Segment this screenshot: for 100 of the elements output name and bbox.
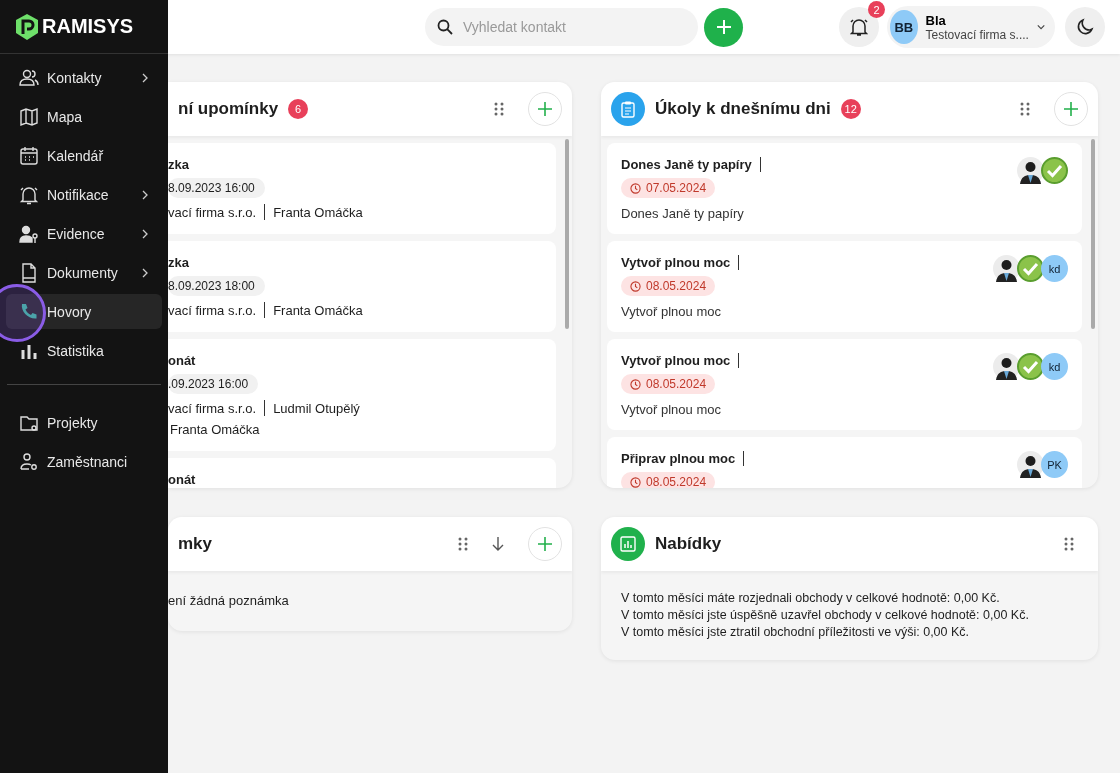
drag-handle-icon[interactable]	[458, 537, 468, 551]
sidebar-item[interactable]: Notifikace	[6, 177, 162, 212]
check-avatar-icon	[1017, 255, 1044, 282]
task-card[interactable]: Připrav plnou moc 08.05.2024 PK	[607, 437, 1082, 488]
reminder-title: zka	[168, 255, 189, 270]
sidebar-item[interactable]: Dokumenty	[6, 255, 162, 290]
sort-arrow-icon[interactable]	[492, 537, 504, 551]
document-icon	[19, 262, 39, 283]
plus-icon	[538, 537, 552, 551]
task-title: Vytvoř plnou moc	[621, 255, 740, 270]
clock-icon	[630, 280, 641, 292]
moon-icon	[1076, 18, 1094, 36]
map-icon	[19, 106, 39, 127]
reminder-card[interactable]: zka 8.09.2023 16:00 vací firma s.r.o. Franta Omáčka	[168, 143, 556, 234]
task-description: Vytvoř plnou moc	[621, 402, 721, 417]
logo-text: RAMISYS	[42, 15, 134, 38]
due-date: 08.05.2024	[621, 472, 716, 488]
person-key-icon	[19, 223, 39, 244]
reminder-title: onát	[168, 353, 196, 368]
chevron-down-icon	[1036, 24, 1045, 30]
panel-title: mky	[178, 534, 213, 554]
user-company: Testovací firma s....	[925, 27, 1029, 42]
sidebar-item[interactable]: Projekty	[6, 405, 162, 440]
task-title: Vytvoř plnou moc	[621, 353, 740, 368]
contact-name: Franta Omáčka	[273, 204, 363, 220]
reminder-datetime: 8.09.2023 18:00	[168, 276, 265, 296]
empty-message: ení žádná poznámka	[168, 593, 289, 608]
panel-title: Úkoly k dnešnímu dni	[655, 99, 831, 119]
user-avatar: kd	[1041, 255, 1068, 282]
due-date: 08.05.2024	[621, 276, 716, 296]
contact-name: Franta Omáčka	[273, 302, 363, 318]
drag-handle-icon[interactable]	[1020, 102, 1030, 116]
user-avatar: PK	[1041, 451, 1068, 478]
contact-name: Ludmil Otupělý	[273, 400, 360, 416]
offers-summary-line: V tomto měsíci jste úspěšně uzavřel obchody v celkové hodnotě: 0,00 Kč.	[621, 608, 1030, 622]
task-description: Vytvoř plnou moc	[621, 304, 721, 319]
people-gear-icon	[19, 451, 39, 472]
sidebar-item[interactable]: Mapa	[6, 99, 162, 134]
check-avatar-icon	[1041, 157, 1068, 184]
drag-handle-icon[interactable]	[1064, 537, 1074, 551]
user-avatar	[1017, 157, 1044, 184]
panel-title: ní upomínky	[178, 99, 279, 119]
clock-icon	[630, 476, 641, 488]
sidebar-item[interactable]: Kontakty	[6, 60, 162, 95]
reminder-title: onát	[168, 472, 196, 487]
task-card[interactable]: Vytvoř plnou moc 08.05.2024 Vytvoř plnou moc kd	[607, 339, 1082, 430]
people-icon	[19, 67, 39, 88]
offers-summary-line: V tomto měsíci jste ztratil obchodní příležitosti ve výši: 0,00 Kč.	[621, 625, 971, 639]
reminder-datetime: 8.09.2023 16:00	[168, 178, 265, 198]
reminder-card[interactable]: onát	[168, 458, 556, 488]
notifications-button[interactable]	[839, 7, 879, 47]
task-card[interactable]: Dones Janě ty papíry 07.05.2024 Dones Janě ty papíry	[607, 143, 1082, 234]
task-description: Dones Janě ty papíry	[621, 206, 744, 221]
scrollbar[interactable]	[565, 139, 569, 329]
add-button[interactable]	[704, 7, 743, 47]
panel-title: Nabídky	[655, 534, 722, 554]
bell-icon	[850, 17, 868, 37]
reminder-datetime: .09.2023 16:00	[168, 374, 259, 394]
task-card[interactable]: Vytvoř plnou moc 08.05.2024 Vytvoř plnou moc kd	[607, 241, 1082, 332]
drag-handle-icon[interactable]	[494, 102, 504, 116]
search-icon	[437, 19, 453, 35]
count-badge: 12	[840, 99, 861, 119]
clock-icon	[630, 378, 641, 390]
phone-icon	[19, 301, 39, 322]
plus-icon	[715, 19, 732, 35]
search-field[interactable]: Vyhledat kontakt	[425, 8, 698, 46]
bar-chart-icon	[611, 527, 645, 561]
check-avatar-icon	[1017, 353, 1044, 380]
company-name: vací firma s.r.o.	[168, 204, 257, 220]
count-badge: 6	[288, 99, 309, 119]
reminder-card[interactable]: zka 8.09.2023 18:00 vací firma s.r.o. Franta Omáčka	[168, 241, 556, 332]
task-title: Připrav plnou moc	[621, 451, 745, 466]
due-date: 08.05.2024	[621, 374, 716, 394]
sidebar-item[interactable]: Kalendář	[6, 138, 162, 173]
plus-icon	[1064, 102, 1078, 116]
sidebar-item[interactable]: Zaměstnanci	[6, 444, 162, 479]
dark-mode-button[interactable]	[1065, 7, 1105, 47]
reminder-title: zka	[168, 157, 189, 172]
offers-summary-line: V tomto měsíci máte rozjednali obchody v celkové hodnotě: 0,00 Kč.	[621, 591, 1001, 605]
bell-icon	[19, 184, 39, 205]
sidebar-item[interactable]: Evidence	[6, 216, 162, 251]
sidebar-item[interactable]: Hovory	[6, 294, 162, 329]
logo-icon	[15, 13, 39, 40]
user-name: Bla	[925, 12, 946, 28]
sidebar-item[interactable]: Statistika	[6, 333, 162, 368]
notification-count: 2	[868, 1, 885, 18]
contact-name: Franta Omáčka	[170, 422, 260, 437]
user-avatar: BB	[890, 10, 918, 44]
calendar-icon	[19, 145, 39, 166]
clock-icon	[630, 182, 641, 194]
company-name: vací firma s.r.o.	[168, 302, 257, 318]
due-date: 07.05.2024	[621, 178, 716, 198]
click-highlight	[0, 284, 46, 342]
user-avatar	[993, 353, 1020, 380]
company-name: vací firma s.r.o.	[168, 400, 257, 416]
user-avatar: kd	[1041, 353, 1068, 380]
task-title: Dones Janě ty papíry	[621, 157, 761, 172]
clipboard-icon	[611, 92, 645, 126]
reminder-card[interactable]: onát .09.2023 16:00 vací firma s.r.o. Ludmil Otupělý Franta Omáčka	[168, 339, 556, 451]
scrollbar[interactable]	[1091, 139, 1095, 329]
